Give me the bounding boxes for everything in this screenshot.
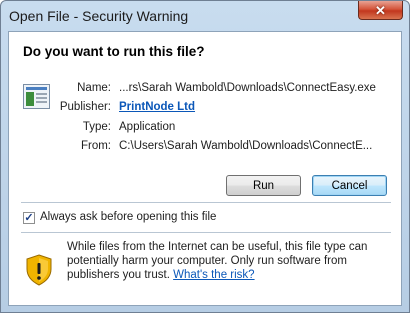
always-ask-checkbox[interactable]: ✓ (23, 212, 35, 224)
close-icon: ✕ (375, 2, 386, 18)
from-label: From: (80, 140, 111, 152)
always-ask-label[interactable]: Always ask before opening this file (40, 211, 216, 223)
type-label: Type: (82, 121, 111, 133)
publisher-link[interactable]: PrintNode Ltd (119, 101, 195, 113)
close-button[interactable]: ✕ (358, 1, 403, 20)
window-title: Open File - Security Warning (9, 8, 189, 24)
whats-the-risk-link[interactable]: What's the risk? (173, 269, 254, 281)
cancel-button[interactable]: Cancel (312, 175, 387, 196)
dialog-body: Do you want to run this file? Name: ...r… (8, 31, 402, 306)
warning-message: While files from the Internet can be use… (67, 240, 387, 282)
check-mark-icon: ✓ (24, 211, 34, 224)
security-warning-window: Open File - Security Warning ✕ Do you wa… (0, 0, 410, 313)
divider (21, 202, 391, 203)
warning-shield-icon (26, 254, 52, 286)
from-value: C:\Users\Sarah Wambold\Downloads\Connect… (119, 140, 373, 152)
name-value: ...rs\Sarah Wambold\Downloads\ConnectEas… (119, 82, 376, 94)
publisher-label: Publisher: (59, 101, 111, 113)
divider (21, 232, 391, 233)
run-button[interactable]: Run (226, 175, 301, 196)
dialog-heading: Do you want to run this file? (23, 44, 205, 59)
type-value: Application (119, 121, 176, 133)
title-bar[interactable]: Open File - Security Warning ✕ (1, 1, 409, 31)
name-label: Name: (77, 82, 111, 94)
